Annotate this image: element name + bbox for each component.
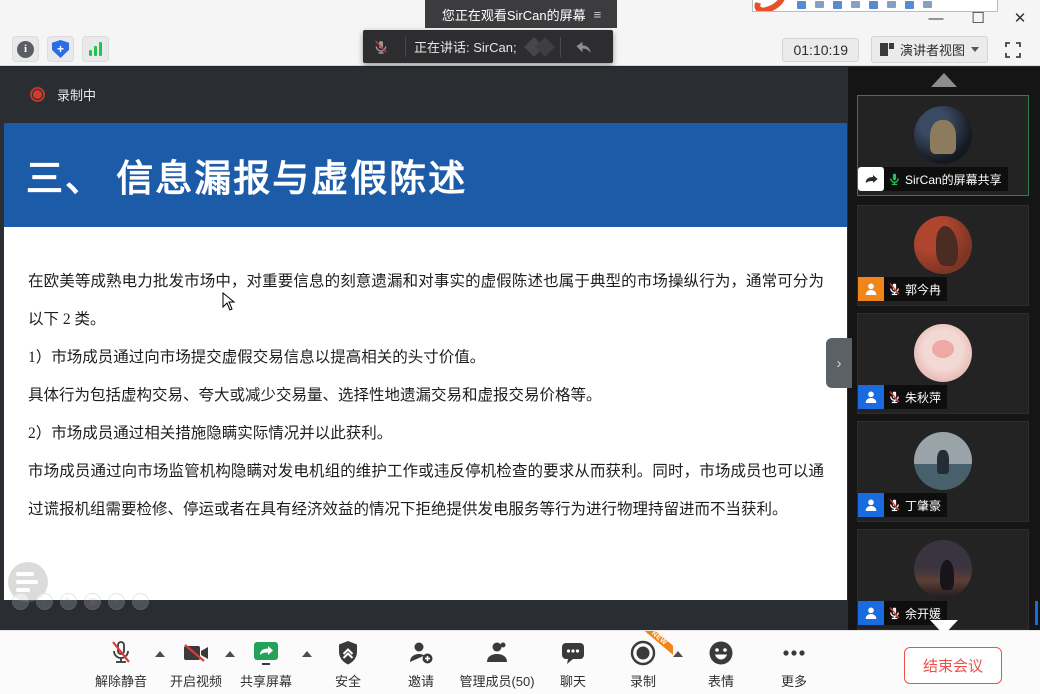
- participant-name: 丁肇豪: [905, 497, 941, 514]
- chat-bubble-icon: [560, 641, 586, 665]
- mic-muted-icon: [888, 606, 901, 620]
- mic-muted-icon: [888, 282, 901, 296]
- participant-tile[interactable]: 丁肇豪: [857, 421, 1029, 522]
- next-slide-button[interactable]: ›: [36, 593, 53, 610]
- participant-tile[interactable]: 郭今冉: [857, 205, 1029, 306]
- shared-screen-region: 录制中 三、 信息漏报与虚假陈述 在欧美等成熟电力批发市场中，对重要信息的刻意遗…: [0, 67, 848, 630]
- speaking-banner: 正在讲话: SirCan;: [363, 30, 613, 63]
- participant-name: 郭今冉: [905, 281, 941, 298]
- participant-name: 余开媛: [905, 605, 941, 622]
- invite-person-icon: [408, 640, 434, 666]
- watching-screen-banner: 您正在观看SirCan的屏幕 ≡: [425, 0, 617, 28]
- member-status-icon: [858, 385, 884, 409]
- avatar: [914, 432, 972, 490]
- camera-off-icon: [182, 642, 210, 664]
- speaking-text: 正在讲话: SirCan;: [414, 37, 517, 56]
- mic-muted-icon: [888, 390, 901, 404]
- record-button[interactable]: NEW 录制: [600, 639, 686, 690]
- slide-title: 三、 信息漏报与虚假陈述: [4, 123, 847, 227]
- mic-muted-icon: [888, 498, 901, 512]
- muted-mic-icon: [373, 39, 389, 55]
- unmute-button[interactable]: 解除静音: [78, 639, 164, 690]
- pen-tool-button[interactable]: ✎: [60, 593, 77, 610]
- participant-tile[interactable]: SirCan的屏幕共享: [857, 95, 1029, 196]
- info-icon: i: [17, 41, 34, 58]
- meeting-toolbar: 解除静音 开启视频 共享屏幕: [0, 630, 1040, 694]
- avatar: [914, 540, 972, 598]
- participant-tile[interactable]: 余开媛: [857, 529, 1029, 630]
- prev-slide-button[interactable]: ‹: [12, 593, 29, 610]
- scroll-down-arrow[interactable]: [930, 620, 958, 635]
- sidebar-collapse-button[interactable]: ›: [826, 338, 852, 388]
- divider: [405, 37, 406, 57]
- office-logo-icon: [752, 0, 790, 12]
- participant-name: 朱秋萍: [905, 389, 941, 406]
- more-tools-button[interactable]: ⋯: [132, 593, 149, 610]
- divider: [560, 37, 561, 57]
- more-dots-icon: [780, 640, 808, 666]
- share-screen-icon: [251, 640, 281, 666]
- member-status-icon: [858, 493, 884, 517]
- avatar: [914, 216, 972, 274]
- presentation-slide: 三、 信息漏报与虚假陈述 在欧美等成熟电力批发市场中，对重要信息的刻意遗漏和对事…: [4, 123, 847, 600]
- network-status-button[interactable]: [82, 36, 109, 62]
- fullscreen-icon: [1003, 40, 1023, 60]
- members-icon: [484, 640, 510, 666]
- end-meeting-button[interactable]: 结束会议: [904, 647, 1002, 684]
- view-mode-label: 演讲者视图: [900, 40, 965, 59]
- reply-arrow-icon[interactable]: [575, 39, 593, 55]
- minimize-button[interactable]: —: [922, 6, 950, 30]
- smiley-icon: [708, 640, 734, 666]
- slide-body: 在欧美等成熟电力批发市场中，对重要信息的刻意遗漏和对事实的虚假陈述也属于典型的市…: [28, 263, 824, 529]
- new-badge: NEW: [643, 631, 673, 661]
- participant-name: SirCan的屏幕共享: [905, 171, 1002, 188]
- recording-indicator: 录制中: [0, 67, 848, 122]
- security-shield-icon: [336, 640, 360, 666]
- slide-paragraph: 市场成员通过向市场监管机构隐瞒对发电机组的维护工作或违反停机检查的要求从而获利。…: [28, 453, 824, 529]
- shield-plus-icon: +: [52, 40, 69, 58]
- signal-bars-icon: [89, 42, 102, 56]
- member-status-icon: [858, 601, 884, 625]
- slide-paragraph: 1）市场成员通过向市场提交虚假交易信息以提高相关的头寸价值。: [28, 339, 824, 377]
- slide-paragraph: 具体行为包括虚构交易、夸大或减少交易量、选择性地遗漏交易和虚报交易价格等。: [28, 377, 824, 415]
- toolbar-mini-icons: [797, 1, 932, 9]
- watching-screen-text: 您正在观看SirCan的屏幕: [442, 5, 586, 24]
- view-mode-dropdown[interactable]: 演讲者视图: [871, 36, 988, 63]
- layout-icon: [880, 43, 894, 56]
- eraser-tool-button[interactable]: ▣: [84, 593, 101, 610]
- participant-tile[interactable]: 朱秋萍: [857, 313, 1029, 414]
- window-controls: — ☐ ✕: [922, 6, 1034, 30]
- recording-dot-icon: [30, 87, 45, 102]
- scrollbar-indicator: [1035, 601, 1038, 625]
- meeting-info-button[interactable]: i: [12, 36, 39, 62]
- participants-sidebar: SirCan的屏幕共享 郭今冉: [848, 67, 1040, 630]
- brand-logo-icon: [527, 40, 552, 54]
- mic-muted-icon: [109, 640, 133, 666]
- share-screen-button[interactable]: 共享屏幕: [223, 639, 309, 690]
- recording-label: 录制中: [57, 85, 96, 104]
- chevron-down-icon: [971, 47, 979, 52]
- mouse-cursor: [222, 292, 236, 312]
- scroll-up-arrow[interactable]: [931, 73, 957, 87]
- meeting-timer: 01:10:19: [782, 38, 859, 62]
- zoom-tool-button[interactable]: ⌕: [108, 593, 125, 610]
- screen-share-status-icon: [858, 167, 884, 191]
- manage-members-button[interactable]: 管理成员(50): [454, 639, 540, 690]
- invite-button[interactable]: 邀请: [378, 639, 464, 690]
- slide-paragraph: 2）市场成员通过相关措施隐瞒实际情况并以此获利。: [28, 415, 824, 453]
- avatar: [914, 324, 972, 382]
- mic-on-icon: [888, 172, 901, 186]
- more-button[interactable]: 更多: [751, 639, 837, 690]
- fullscreen-button[interactable]: [1000, 37, 1026, 63]
- avatar: [914, 106, 972, 164]
- meeting-window: — ☐ ✕ i + 01:10:19 演讲者视图 您正在观看SirCan的屏幕 …: [0, 0, 1040, 694]
- member-status-icon: [858, 277, 884, 301]
- meeting-security-button[interactable]: +: [47, 36, 74, 62]
- close-button[interactable]: ✕: [1006, 6, 1034, 30]
- maximize-button[interactable]: ☐: [964, 6, 992, 30]
- slide-paragraph: 在欧美等成熟电力批发市场中，对重要信息的刻意遗漏和对事实的虚假陈述也属于典型的市…: [28, 263, 824, 339]
- banner-menu-icon[interactable]: ≡: [594, 7, 601, 22]
